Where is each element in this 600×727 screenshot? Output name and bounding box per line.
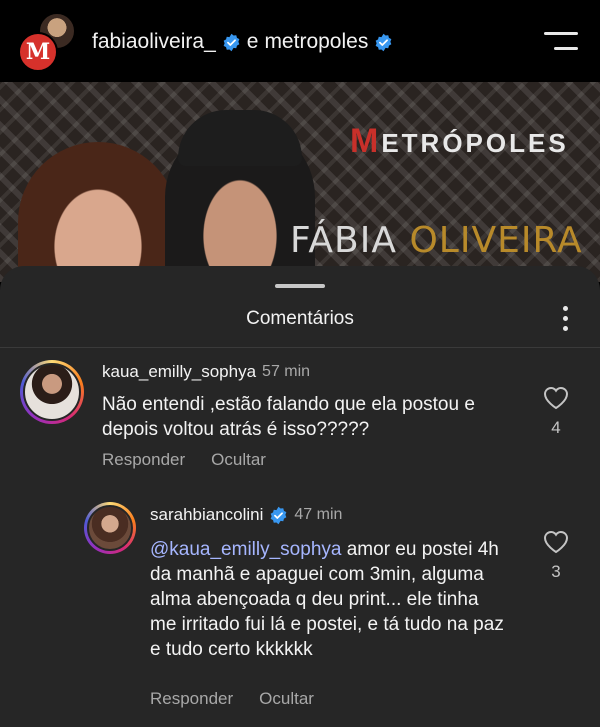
like-count: 4: [551, 418, 561, 437]
mention-link[interactable]: @kaua_emilly_sophya: [150, 539, 341, 560]
comment-actions: Responder Ocultar: [102, 450, 266, 470]
comment-text: @kaua_emilly_sophya amor eu postei 4h da…: [150, 539, 504, 660]
like-button[interactable]: 4: [541, 384, 571, 438]
comment-time: 57 min: [262, 363, 311, 380]
drag-handle[interactable]: [275, 284, 325, 288]
heart-icon: [543, 387, 569, 410]
verified-icon: [223, 33, 240, 51]
hide-button[interactable]: Ocultar: [211, 450, 266, 470]
comment-actions: Responder Ocultar: [150, 689, 314, 709]
avatar[interactable]: [20, 360, 84, 424]
collab-title[interactable]: fabiaoliveira_ e metropoles: [92, 30, 393, 54]
fabia-watermark: FÁBIA OLIVEIRA: [290, 220, 583, 261]
collab-avatars[interactable]: M: [18, 12, 80, 72]
account1-name[interactable]: fabiaoliveira_: [92, 30, 216, 54]
verified-icon: [271, 506, 287, 524]
menu-icon[interactable]: [544, 30, 578, 52]
comments-sheet: Comentários kaua_emilly_sophya 57 min Nã…: [0, 266, 600, 727]
comment-username[interactable]: sarahbiancolini 47 min: [150, 505, 342, 525]
video-preview[interactable]: METRÓPOLES FÁBIA OLIVEIRA: [0, 82, 600, 282]
like-button[interactable]: 3: [541, 528, 571, 582]
connector-text: e: [246, 30, 259, 53]
reply-button[interactable]: Responder: [102, 450, 185, 470]
like-count: 3: [551, 562, 561, 581]
sheet-title: Comentários: [246, 308, 354, 329]
hide-button[interactable]: Ocultar: [259, 689, 314, 709]
comment-username[interactable]: kaua_emilly_sophya 57 min: [102, 362, 310, 382]
video-cap: [178, 110, 302, 166]
avatar[interactable]: [84, 502, 136, 554]
metropoles-watermark: METRÓPOLES: [350, 122, 569, 160]
post-header: M fabiaoliveira_ e metropoles: [0, 0, 600, 82]
verified-icon: [375, 33, 392, 51]
divider: [0, 347, 600, 348]
reply-button[interactable]: Responder: [150, 689, 233, 709]
metropoles-avatar: M: [18, 32, 58, 72]
account2-name[interactable]: metropoles: [264, 30, 368, 54]
more-options-icon[interactable]: [562, 306, 570, 332]
video-person-left: [18, 142, 178, 282]
heart-icon: [543, 531, 569, 554]
comment-time: 47 min: [294, 506, 343, 523]
comment-text: Não entendi ,estão falando que ela posto…: [102, 394, 475, 440]
